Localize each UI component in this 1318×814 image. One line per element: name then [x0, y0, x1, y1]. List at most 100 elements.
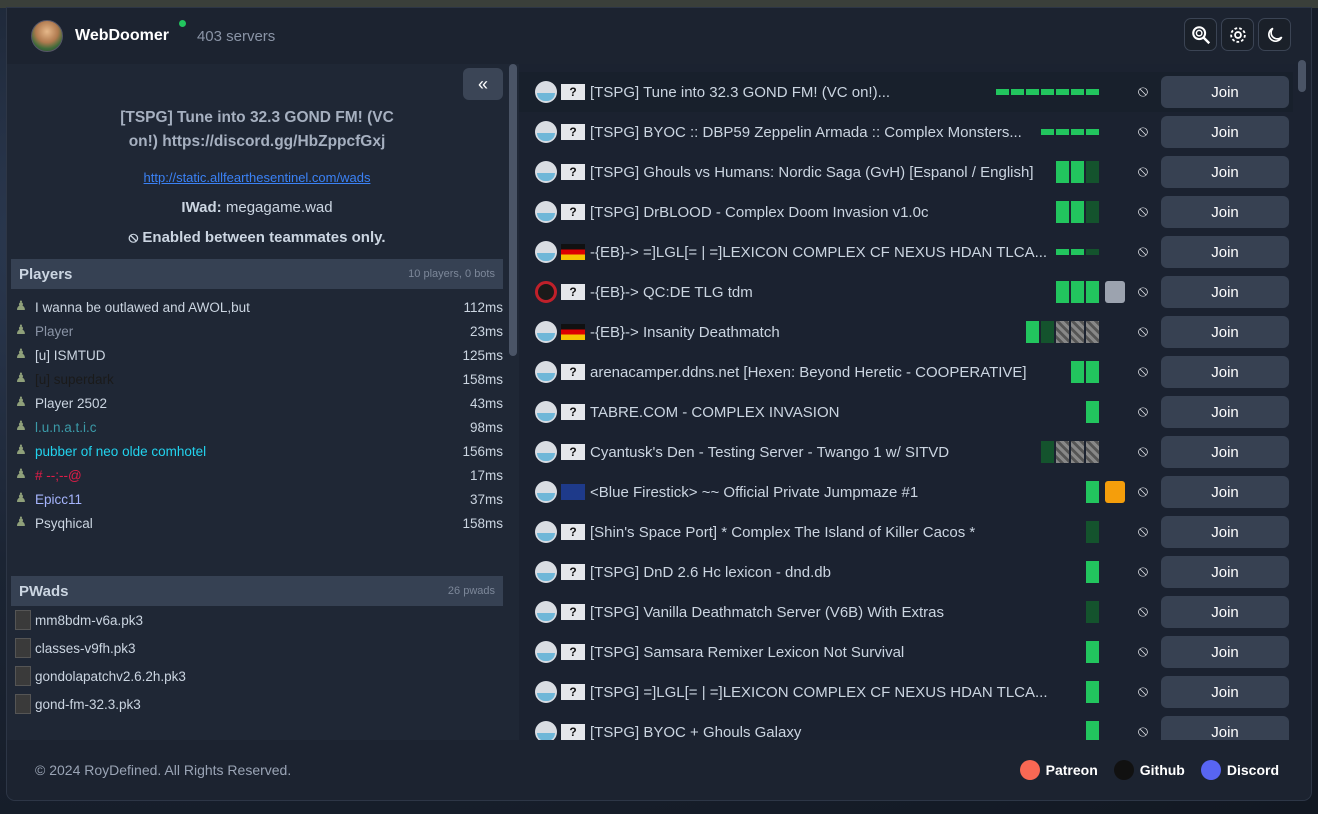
- server-row[interactable]: ? [Shin's Space Port] * Complex The Islan…: [519, 512, 1293, 552]
- country-flag: [561, 484, 585, 500]
- friendly-fire-icon: ⦸: [1137, 443, 1149, 460]
- server-row[interactable]: ? [TSPG] DrBLOOD - Complex Doom Invasion …: [519, 192, 1293, 232]
- join-button[interactable]: Join: [1161, 556, 1289, 588]
- pwad-name: classes-v9fh.pk3: [35, 640, 136, 656]
- player-row: ♟ # --;--@ 17ms: [11, 463, 503, 487]
- friendly-fire-icon: ⦸: [128, 229, 139, 246]
- wad-url-link[interactable]: http://static.allfearthesentinel.com/wad…: [7, 170, 507, 185]
- file-icon: [15, 666, 31, 686]
- server-row[interactable]: ? [TSPG] Samsara Remixer Lexicon Not Surv…: [519, 632, 1293, 672]
- friendly-fire-text: Enabled between teammates only.: [142, 229, 386, 246]
- server-row[interactable]: ? [TSPG] Vanilla Deathmatch Server (V6B) …: [519, 592, 1293, 632]
- player-bar: [1086, 681, 1099, 703]
- player-icon: ♟: [15, 466, 27, 481]
- player-icon: ♟: [15, 322, 27, 337]
- server-row[interactable]: ? Cyantusk's Den - Testing Server - Twang…: [519, 432, 1293, 472]
- join-button[interactable]: Join: [1161, 436, 1289, 468]
- join-button[interactable]: Join: [1161, 636, 1289, 668]
- collapse-panel-button[interactable]: «: [463, 68, 503, 100]
- player-bar: [1056, 441, 1069, 463]
- server-row[interactable]: -{EB}-> =]LGL[= | =]LEXICON COMPLEX CF N…: [519, 232, 1293, 272]
- footer-link-discord[interactable]: Discord: [1200, 760, 1279, 780]
- country-flag: ?: [561, 124, 585, 140]
- details-scrollbar-thumb[interactable]: [509, 64, 517, 356]
- friendly-fire-icon: ⦸: [1137, 363, 1149, 380]
- player-ping: 158ms: [462, 515, 503, 531]
- friendly-fire-icon: ⦸: [1137, 643, 1149, 660]
- join-button[interactable]: Join: [1161, 516, 1289, 548]
- player-row: ♟ I wanna be outlawed and AWOL,but 112ms: [11, 295, 503, 319]
- player-bars: [1086, 481, 1099, 503]
- server-row[interactable]: ? -{EB}-> QC:DE TLG tdm ⦸ Join: [519, 272, 1293, 312]
- player-bar: [1071, 441, 1084, 463]
- footer-link-patreon[interactable]: Patreon: [1019, 760, 1098, 780]
- join-button[interactable]: Join: [1161, 236, 1289, 268]
- theme-toggle-button[interactable]: [1258, 18, 1291, 51]
- brand-title: WebDoomer: [75, 27, 169, 44]
- join-button[interactable]: Join: [1161, 676, 1289, 708]
- game-icon: [535, 201, 557, 223]
- player-bar: [1056, 161, 1069, 183]
- friendly-fire-icon: ⦸: [1137, 123, 1149, 140]
- player-icon: ♟: [15, 370, 27, 385]
- country-flag: ?: [561, 404, 585, 420]
- join-button[interactable]: Join: [1161, 356, 1289, 388]
- join-button[interactable]: Join: [1161, 196, 1289, 228]
- player-bars: [1041, 129, 1099, 135]
- join-button[interactable]: Join: [1161, 396, 1289, 428]
- player-bars: [1086, 641, 1099, 663]
- player-ping: 156ms: [462, 443, 503, 459]
- server-row[interactable]: ? [TSPG] Tune into 32.3 GOND FM! (VC on!)…: [519, 72, 1293, 112]
- settings-button[interactable]: [1221, 18, 1254, 51]
- server-row[interactable]: ? [TSPG] Ghouls vs Humans: Nordic Saga (G…: [519, 152, 1293, 192]
- game-icon: [535, 161, 557, 183]
- join-button[interactable]: Join: [1161, 316, 1289, 348]
- footer-link-github[interactable]: Github: [1113, 760, 1185, 780]
- join-button[interactable]: Join: [1161, 156, 1289, 188]
- join-button[interactable]: Join: [1161, 116, 1289, 148]
- server-row[interactable]: ? [TSPG] =]LGL[= | =]LEXICON COMPLEX CF N…: [519, 672, 1293, 712]
- lock-icon: [1105, 281, 1125, 303]
- server-name: -{EB}-> Insanity Deathmatch: [590, 323, 780, 341]
- pwads-title: PWads: [19, 582, 69, 600]
- country-flag: ?: [561, 604, 585, 620]
- server-row[interactable]: ? [TSPG] BYOC + Ghouls Galaxy ⦸ Join: [519, 712, 1293, 740]
- player-bar: [1026, 89, 1039, 95]
- copyright: © 2024 RoyDefined. All Rights Reserved.: [35, 762, 292, 778]
- player-bar: [1026, 321, 1039, 343]
- server-row[interactable]: <Blue Firestick> ~~ Official Private Jum…: [519, 472, 1293, 512]
- game-icon: [535, 721, 557, 740]
- country-flag: ?: [561, 684, 585, 700]
- player-bar: [1086, 249, 1099, 255]
- server-row[interactable]: ? TABRE.COM - COMPLEX INVASION ⦸ Join: [519, 392, 1293, 432]
- search-button[interactable]: [1184, 18, 1217, 51]
- pwad-row: classes-v9fh.pk3: [11, 634, 503, 662]
- github-icon: [1113, 760, 1134, 780]
- friendly-fire-icon: ⦸: [1137, 163, 1149, 180]
- game-icon: [535, 281, 557, 303]
- server-row[interactable]: ? [TSPG] BYOC :: DBP59 Zeppelin Armada ::…: [519, 112, 1293, 152]
- join-button[interactable]: Join: [1161, 596, 1289, 628]
- server-row[interactable]: ? [TSPG] DnD 2.6 Hc lexicon - dnd.db ⦸ Join: [519, 552, 1293, 592]
- join-button[interactable]: Join: [1161, 76, 1289, 108]
- server-list-scrollbar-thumb[interactable]: [1298, 60, 1306, 92]
- iwad-value: megagame.wad: [225, 199, 333, 216]
- server-name: [TSPG] Ghouls vs Humans: Nordic Saga (Gv…: [590, 163, 1034, 181]
- server-list-scrollbar[interactable]: [1298, 60, 1306, 732]
- details-scrollbar[interactable]: [509, 64, 517, 740]
- player-row: ♟ Player 23ms: [11, 319, 503, 343]
- player-ping: 158ms: [462, 371, 503, 387]
- server-row[interactable]: ? arenacamper.ddns.net [Hexen: Beyond Her…: [519, 352, 1293, 392]
- server-name: [TSPG] Tune into 32.3 GOND FM! (VC on!).…: [590, 83, 891, 101]
- country-flag: ?: [561, 444, 585, 460]
- player-icon: ♟: [15, 298, 27, 313]
- join-button[interactable]: Join: [1161, 716, 1289, 740]
- player-bar: [1041, 129, 1054, 135]
- country-flag: ?: [561, 364, 585, 380]
- join-button[interactable]: Join: [1161, 476, 1289, 508]
- player-bars: [1071, 361, 1099, 383]
- server-count: 403 servers: [196, 27, 276, 45]
- patreon-icon: [1019, 760, 1040, 780]
- join-button[interactable]: Join: [1161, 276, 1289, 308]
- server-row[interactable]: -{EB}-> Insanity Deathmatch ⦸ Join: [519, 312, 1293, 352]
